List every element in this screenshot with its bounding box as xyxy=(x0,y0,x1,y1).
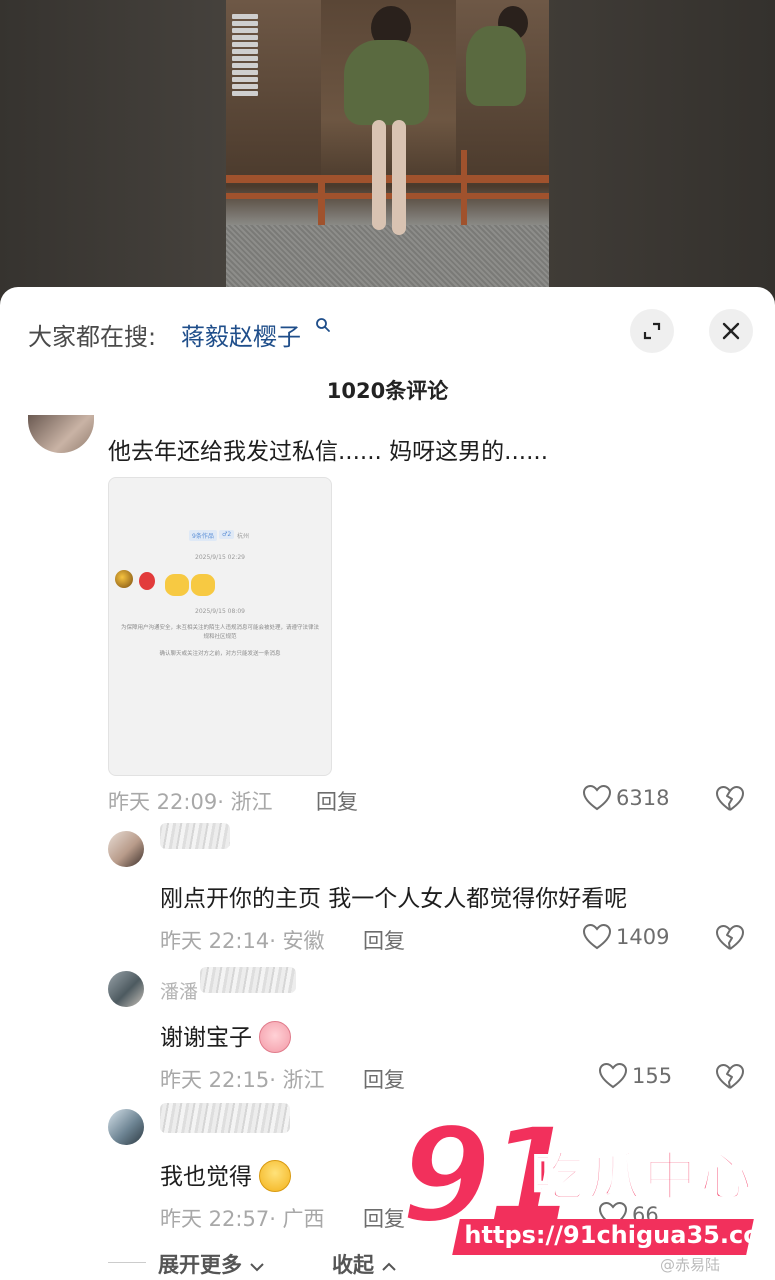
attachment-time: 2025/9/15 08:09 xyxy=(195,608,245,615)
clap-emoji-icon xyxy=(165,574,189,596)
comment-meta: 昨天 22:57· 广西 xyxy=(160,1203,325,1233)
attachment-location: 杭州 xyxy=(237,533,250,540)
attachment-time: 2025/9/15 02:29 xyxy=(195,554,245,561)
handrail xyxy=(226,175,549,183)
reply-button[interactable]: 回复 xyxy=(363,1203,405,1233)
watermark-url-banner: https://91chigua35.com xyxy=(452,1219,775,1255)
collapse-label: 收起 xyxy=(332,1253,374,1277)
attachment-tag: ♂2 xyxy=(219,530,235,539)
heart-icon xyxy=(582,784,612,811)
comment-location: · 浙江 xyxy=(217,790,273,814)
comment-location: · 安徽 xyxy=(269,929,325,953)
balloon-emoji-icon xyxy=(139,572,155,590)
comment-text: 我也觉得 xyxy=(160,1157,292,1194)
comment-username[interactable]: 潘潘 xyxy=(160,977,198,1004)
close-icon xyxy=(722,322,740,340)
comment-time: 昨天 22:15 xyxy=(160,1068,270,1092)
comment-count-title: 1020条评论 xyxy=(326,379,449,403)
attachment-tag: 9条作品 xyxy=(189,530,217,541)
expand-button[interactable] xyxy=(630,309,674,353)
expand-icon xyxy=(643,322,661,340)
elevator-button-panel xyxy=(232,12,258,112)
comment-time: 昨天 22:14 xyxy=(160,929,270,953)
comment-meta: 昨天 22:09· 浙江 xyxy=(108,786,273,816)
comment-location: · 浙江 xyxy=(269,1068,325,1092)
clap-emoji-icon xyxy=(191,574,215,596)
avatar[interactable] xyxy=(108,1109,144,1145)
avatar[interactable] xyxy=(108,831,144,867)
heart-icon xyxy=(598,1062,628,1089)
comment-image-attachment[interactable]: 9条作品 ♂2 杭州 2025/9/15 02:29 2025/9/15 08:… xyxy=(108,477,332,776)
search-prefix: 大家都在搜: xyxy=(28,323,157,351)
reply-button[interactable]: 回复 xyxy=(363,925,405,955)
person-leg xyxy=(372,120,386,230)
comment-text: 谢谢宝子 xyxy=(160,1018,292,1055)
reflection-jacket xyxy=(466,26,526,106)
comment-location: · 广西 xyxy=(269,1207,325,1231)
comment-meta: 昨天 22:14· 安徽 xyxy=(160,925,325,955)
chevron-down-icon xyxy=(250,1263,265,1272)
heart-icon xyxy=(582,923,612,950)
like-button[interactable]: 155 xyxy=(598,1062,672,1090)
comment-text: 刚点开你的主页 我一个人女人都觉得你好看呢 xyxy=(160,886,628,912)
redacted-username xyxy=(200,967,296,993)
reply-button[interactable]: 回复 xyxy=(316,786,358,816)
expand-more-label: 展开更多 xyxy=(158,1253,242,1277)
comment-text-content: 我也觉得 xyxy=(160,1164,252,1190)
broken-heart-icon[interactable] xyxy=(715,784,745,814)
handrail-lower xyxy=(226,193,549,199)
close-button[interactable] xyxy=(709,309,753,353)
broken-heart-icon[interactable] xyxy=(715,923,745,953)
watermark-url: https://91chigua35.com xyxy=(464,1221,775,1249)
redacted-username xyxy=(160,1103,290,1133)
watermark-brand: 吃瓜中心 xyxy=(531,1148,757,1208)
bee-emoji-icon xyxy=(115,570,133,588)
pig-emoji-icon xyxy=(259,1020,292,1053)
like-count: 155 xyxy=(632,1064,673,1088)
trending-search-link[interactable]: 蒋毅赵樱子 xyxy=(181,317,301,352)
like-count: 6318 xyxy=(616,786,670,810)
comment-time: 昨天 22:09 xyxy=(108,790,218,814)
search-icon[interactable] xyxy=(315,317,331,333)
expand-more-button[interactable]: 展开更多 xyxy=(158,1249,265,1279)
broken-heart-icon[interactable] xyxy=(715,1062,745,1092)
reply-button[interactable]: 回复 xyxy=(363,1064,405,1094)
avatar[interactable] xyxy=(108,971,144,1007)
like-button[interactable]: 6318 xyxy=(582,784,669,812)
video-player[interactable] xyxy=(226,0,549,300)
comment-time: 昨天 22:57 xyxy=(160,1207,270,1231)
grin-emoji-icon xyxy=(259,1159,292,1192)
like-count: 1409 xyxy=(616,925,670,949)
collapse-button[interactable]: 收起 xyxy=(332,1249,397,1279)
avatar[interactable] xyxy=(28,415,94,453)
person-leg xyxy=(392,120,406,235)
attachment-notice: 确认聊天或关注对方之前，对方只能发送一条消息 xyxy=(159,651,281,657)
comments-sheet: 大家都在搜: 蒋毅赵樱子 1020条评论 他去年还给我发过私信...... 妈呀… xyxy=(0,287,775,1280)
comment-text-content: 谢谢宝子 xyxy=(160,1025,252,1051)
chevron-up-icon xyxy=(382,1262,397,1271)
attachment-notice: 为保障用户沟通安全，未互相关注的陌生人违规消息可能会被处理，请遵守法律法规和社区… xyxy=(121,625,320,640)
redacted-username xyxy=(160,823,230,849)
like-button[interactable]: 1409 xyxy=(582,923,669,951)
comment-meta: 昨天 22:15· 浙江 xyxy=(160,1064,325,1094)
person-jacket xyxy=(344,40,429,125)
comment-text: 他去年还给我发过私信...... 妈呀这男的...... xyxy=(108,439,549,465)
weibo-watermark: @赤易陆 xyxy=(660,1256,721,1274)
divider xyxy=(108,1262,146,1263)
